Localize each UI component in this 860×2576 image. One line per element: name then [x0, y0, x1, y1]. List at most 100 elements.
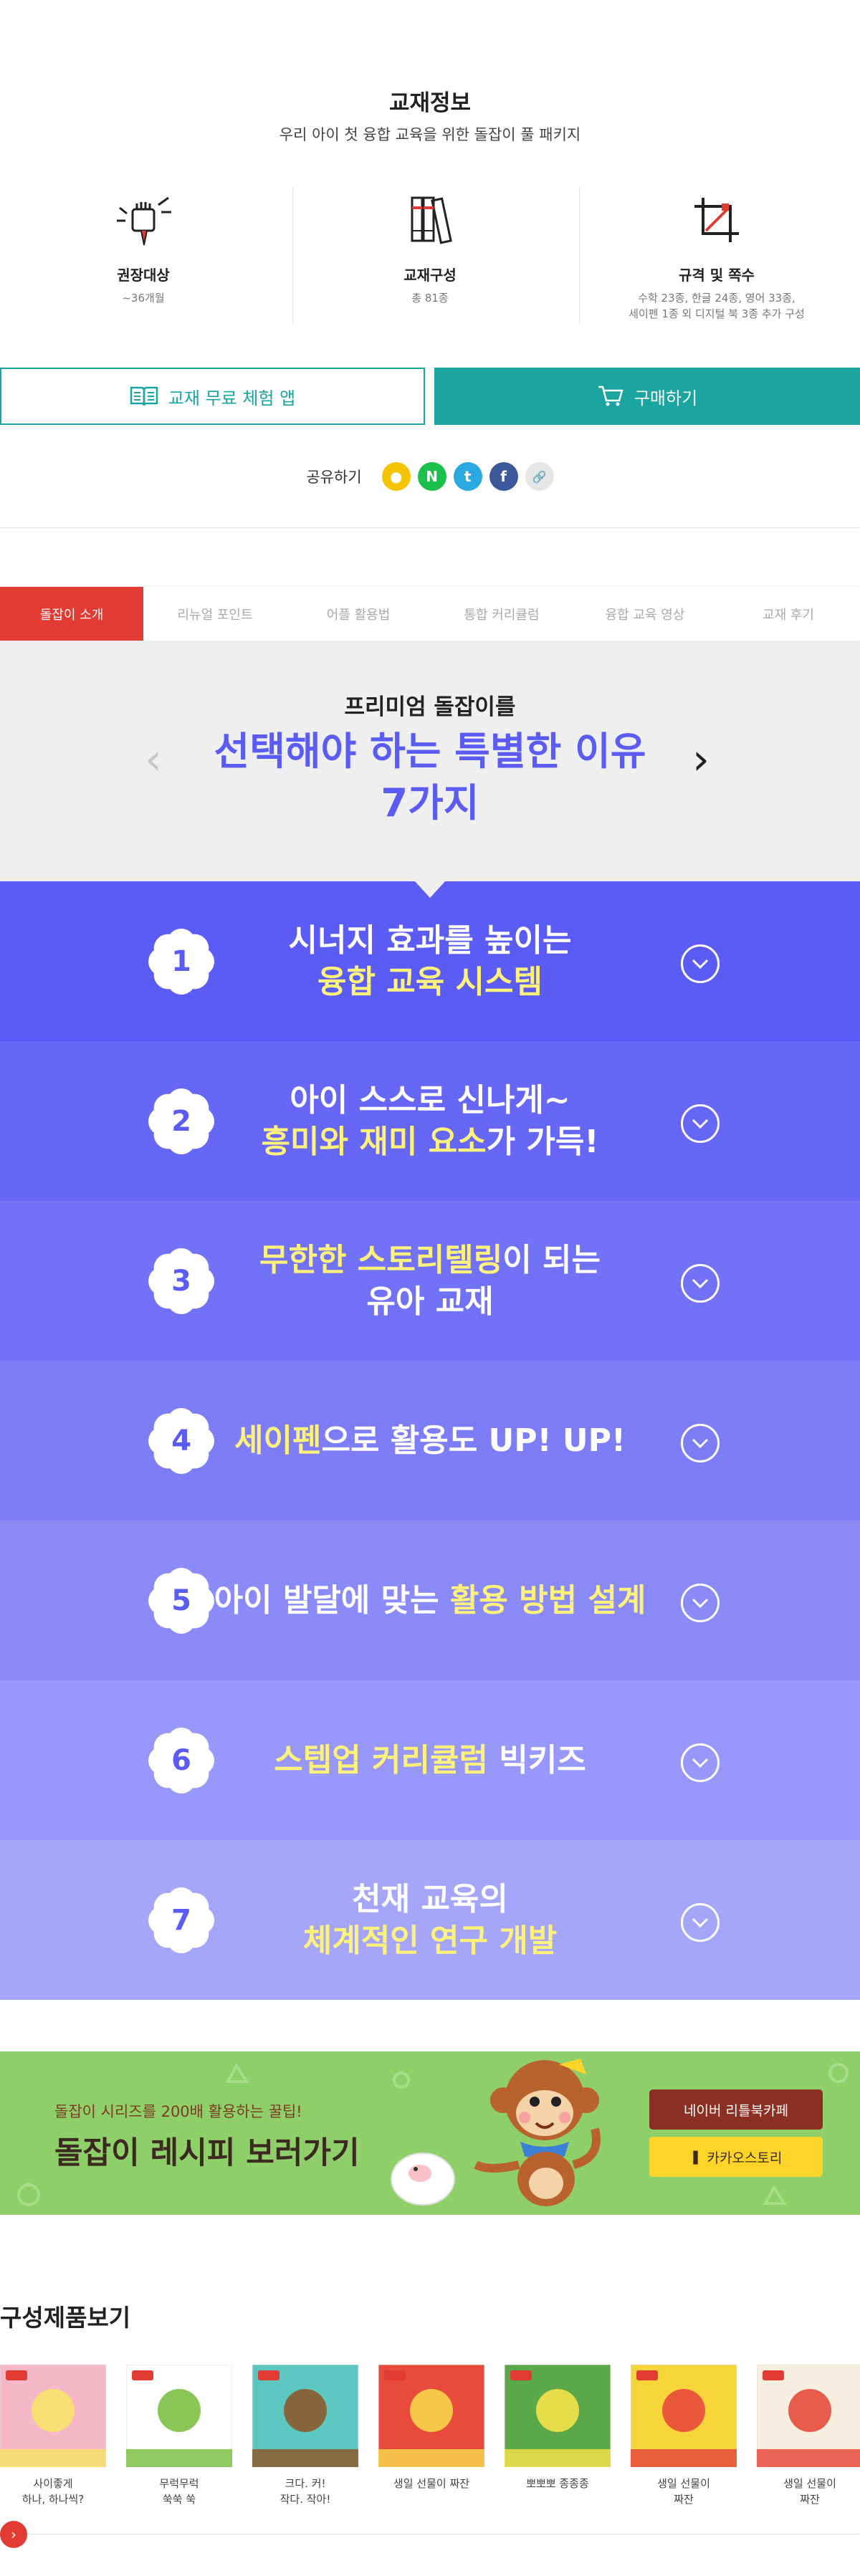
chevron-down-icon[interactable]	[681, 1424, 720, 1462]
info-subtitle: 우리 아이 첫 융합 교육을 위한 돌잡이 풀 패키지	[279, 126, 581, 143]
books-icon	[411, 196, 452, 244]
product-name-line: 생일 선물이	[783, 2477, 836, 2490]
kakaostory-button[interactable]: ❚ 카카오스토리	[649, 2137, 823, 2177]
reason-text: 무한한 스토리텔링이 되는 유아 교재	[186, 1201, 674, 1361]
spec-value: 수학 23종, 한글 24종, 영어 33종, 세이펜 1종 외 디지털 북 3…	[573, 290, 860, 322]
monkey-mascot-illustration	[391, 2059, 601, 2206]
tab-3[interactable]: 통합 커리큘럼	[430, 587, 573, 641]
premium-big-line: 선택해야 하는 특별한 이유	[214, 729, 646, 774]
reason-text-segment: 으로 활용도 UP! UP!	[321, 1422, 626, 1459]
reason-text-line: 융합 교육 시스템	[317, 962, 543, 1003]
reason-text-line: 아이 발달에 맞는 활용 방법 설계	[214, 1580, 646, 1622]
product-card[interactable]: 무럭무럭 쑥쑥 쑥	[126, 2365, 232, 2507]
product-name-line: 작다. 작아!	[280, 2493, 331, 2506]
spec-composition: 교재구성 총 81종	[287, 188, 573, 331]
chevron-down-icon[interactable]	[681, 1584, 720, 1622]
banner-subtitle: 돌잡이 시리즈를 200배 활용하는 꿀팁!	[54, 2103, 302, 2120]
buy-button[interactable]: 구매하기	[434, 368, 860, 425]
product-name: 무럭무럭 쑥쑥 쑥	[126, 2476, 232, 2507]
reason-text-line: 시너지 효과를 높이는	[289, 920, 572, 962]
tab-0[interactable]: 돌잡이 소개	[0, 587, 143, 641]
reason-item-3[interactable]: 3 무한한 스토리텔링이 되는 유아 교재	[0, 1201, 860, 1361]
pen-fist-icon	[117, 196, 171, 246]
chevron-down-icon[interactable]	[681, 944, 720, 983]
reason-item-2[interactable]: 2 아이 스스로 신나게~ 흥미와 재미 요소가 가득!	[0, 1041, 860, 1201]
reason-text-segment: 이 되는	[502, 1241, 601, 1278]
reason-text-segment: 스텝업 커리큘럼	[274, 1741, 500, 1778]
section-tabs: 돌잡이 소개 리뉴얼 포인트 어플 활용법 통합 커리큘럼 융합 교육 영상 교재 후기	[0, 586, 860, 641]
crop-size-icon	[694, 198, 739, 242]
product-card[interactable]: 생일 선물이 짜잔	[757, 2365, 860, 2507]
reason-text-segment: 빅키즈	[499, 1741, 586, 1778]
product-name-line: 무럭무럭	[159, 2477, 199, 2490]
reason-text-line: 유아 교재	[366, 1281, 493, 1323]
tab-2[interactable]: 어플 활용법	[287, 587, 430, 641]
product-cover-image	[0, 2365, 106, 2467]
reason-text-line: 무한한 스토리텔링이 되는	[259, 1240, 601, 1281]
kakaotalk-icon[interactable]: ●	[381, 462, 411, 491]
cart-icon	[598, 386, 624, 406]
reason-item-7[interactable]: 7 천재 교육의 체계적인 연구 개발	[0, 1840, 860, 2000]
product-name: 생일 선물이 짜잔	[757, 2476, 860, 2507]
reason-text-segment: 세이펜	[234, 1422, 322, 1459]
naver-icon[interactable]: N	[417, 462, 446, 491]
chevron-down-icon[interactable]	[681, 1264, 720, 1303]
chevron-down-icon[interactable]	[681, 1903, 720, 1942]
product-card[interactable]: 크다. 커! 작다. 작아!	[252, 2365, 358, 2507]
reason-text-line: 아이 스스로 신나게~	[290, 1080, 570, 1121]
reason-text-segment: 체계적인 연구 개발	[302, 1922, 558, 1959]
reason-text-line: 천재 교육의	[352, 1879, 508, 1920]
tab-1[interactable]: 리뉴얼 포인트	[143, 587, 287, 641]
chevron-down-icon[interactable]	[681, 1743, 720, 1782]
spec-label: 권장대상	[117, 267, 170, 284]
product-card[interactable]: 생일 선물이 짜잔	[378, 2365, 484, 2491]
product-card[interactable]: 뽀뽀뽀 종종종	[505, 2365, 611, 2491]
carousel-next-icon[interactable]: ›	[0, 2521, 27, 2548]
reason-text: 천재 교육의체계적인 연구 개발	[186, 1840, 674, 2000]
product-name: 뽀뽀뽀 종종종	[505, 2476, 611, 2491]
product-name-line: 하나, 하나씩?	[22, 2493, 85, 2506]
buy-label: 구매하기	[634, 388, 698, 408]
reason-item-5[interactable]: 5 아이 발달에 맞는 활용 방법 설계	[0, 1521, 860, 1680]
product-name-line: 생일 선물이 짜잔	[393, 2477, 470, 2490]
spec-value: ~36개월	[122, 292, 165, 305]
product-card[interactable]: 사이좋게 하나, 하나씩?	[0, 2365, 106, 2507]
product-name-line: 크다. 커!	[285, 2477, 326, 2490]
reason-text-segment: 천재 교육의	[352, 1880, 508, 1917]
twitter-icon[interactable]: t	[453, 462, 482, 491]
naver-littlebook-button[interactable]: 네이버 리틀북카페	[649, 2089, 823, 2130]
tab-5[interactable]: 교재 후기	[717, 587, 860, 641]
product-cover-image	[378, 2365, 484, 2467]
info-title: 교재정보	[388, 90, 472, 116]
product-card[interactable]: 생일 선물이 짜잔	[631, 2365, 737, 2507]
reasons-list: 1 시너지 효과를 높이는 융합 교육 시스템 2 아이 스스로 신나게~ 흥미와 재미 …	[0, 881, 860, 2000]
book-open-icon	[130, 386, 158, 406]
facebook-icon[interactable]: f	[489, 462, 518, 491]
share-bar: 공유하기 ● Nt f 🔗	[0, 461, 860, 492]
product-cover-image	[631, 2365, 737, 2467]
reason-text-segment: 시너지 효과를 높이는	[288, 921, 572, 959]
tab-4[interactable]: 융합 교육 영상	[573, 587, 717, 641]
reason-text-line: 체계적인 연구 개발	[303, 1920, 557, 1962]
spec-recommended-age: 권장대상 ~36개월	[0, 188, 287, 331]
reason-text-segment: 활용 방법 설계	[449, 1581, 646, 1619]
share-icons: ● Nt f 🔗	[381, 462, 554, 491]
free-trial-app-button[interactable]: 교재 무료 체험 앱	[0, 368, 425, 425]
link-icon[interactable]: 🔗	[525, 462, 554, 491]
product-cover-image	[757, 2365, 860, 2467]
reason-text-segment: 무한한 스토리텔링	[259, 1241, 503, 1278]
recipe-banner[interactable]: 돌잡이 시리즈를 200배 활용하는 꿀팁! 돌잡이 레시피 보러가기 네이버 …	[0, 2051, 860, 2215]
next-arrow-icon[interactable]: ›	[692, 734, 710, 785]
reason-item-1[interactable]: 1 시너지 효과를 높이는 융합 교육 시스템	[0, 881, 860, 1041]
product-name-line: 짜잔	[674, 2493, 694, 2506]
prev-arrow-icon[interactable]: ‹	[145, 734, 162, 785]
reason-text: 세이펜으로 활용도 UP! UP!	[186, 1361, 674, 1521]
spec-label: 교재구성	[403, 267, 457, 284]
spec-size-pages: 규격 및 쪽수 수학 23종, 한글 24종, 영어 33종, 세이펜 1종 외…	[573, 188, 860, 331]
product-cover-image	[126, 2365, 232, 2467]
reason-item-4[interactable]: 4 세이펜으로 활용도 UP! UP!	[0, 1361, 860, 1521]
reason-item-6[interactable]: 6 스텝업 커리큘럼 빅키즈	[0, 1680, 860, 1840]
chevron-down-icon[interactable]	[681, 1104, 720, 1143]
kakaostory-label: 카카오스토리	[707, 2150, 783, 2166]
product-name: 크다. 커! 작다. 작아!	[252, 2476, 358, 2507]
